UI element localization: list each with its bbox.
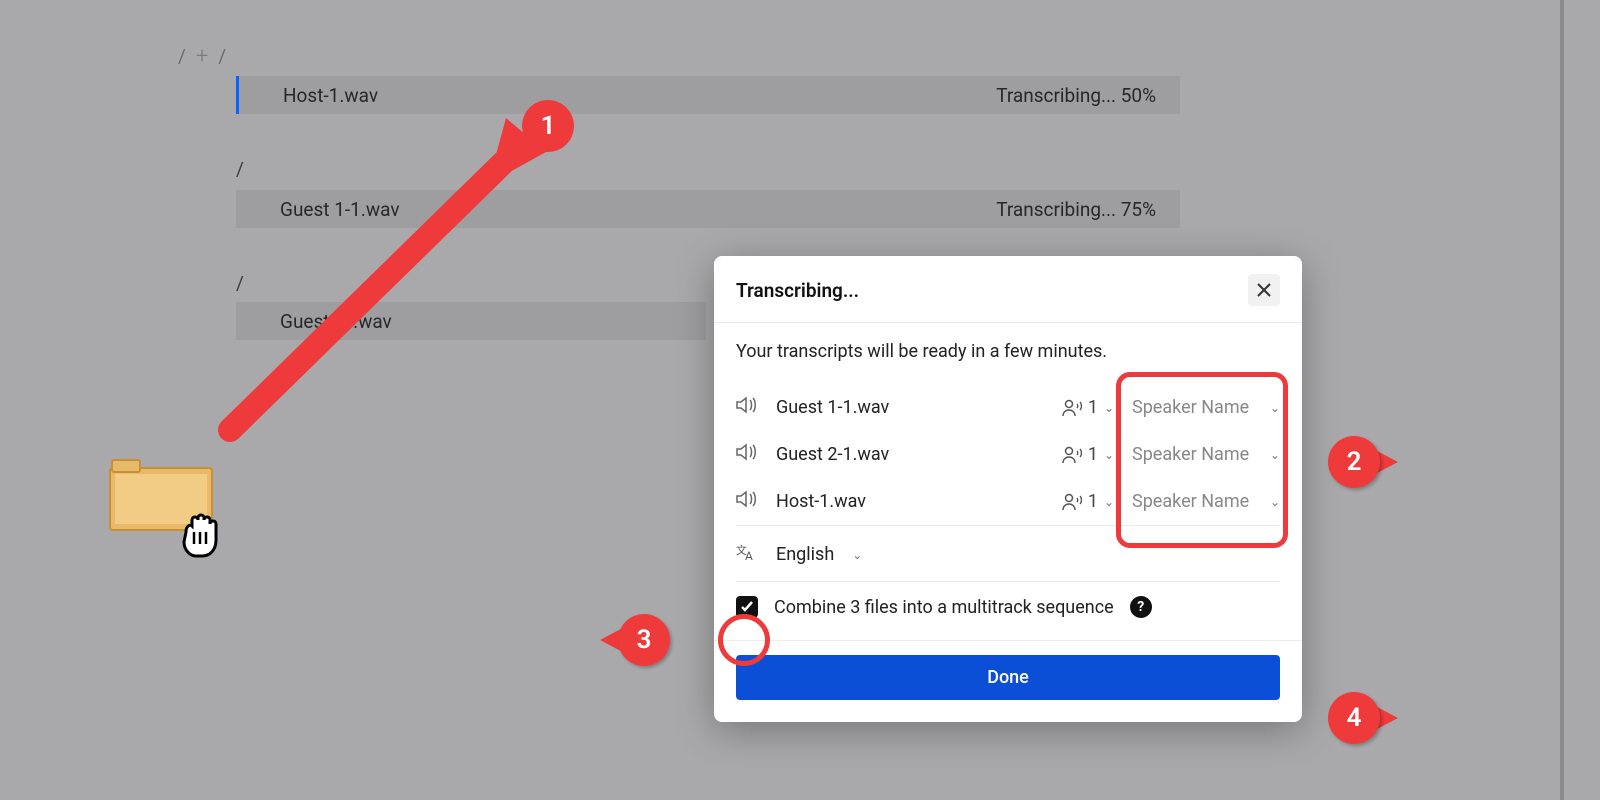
close-icon — [1256, 282, 1272, 298]
speaker-count[interactable]: 1 ⌄ — [1062, 444, 1114, 465]
svg-text:A: A — [745, 549, 753, 562]
annotation-badge-1: 1 — [522, 100, 574, 152]
chevron-down-icon: ⌄ — [1104, 495, 1114, 509]
window-edge — [1560, 0, 1564, 800]
annotation-badge-4: 4 — [1328, 692, 1398, 744]
modal-file-row: Host-1.wav 1 ⌄ Speaker Name ⌄ — [736, 478, 1280, 525]
speaker-count[interactable]: 1 ⌄ — [1062, 491, 1114, 512]
count-value: 1 — [1088, 444, 1098, 465]
modal-title: Transcribing... — [736, 279, 859, 302]
annotation-badge-3: 3 — [600, 614, 670, 666]
chevron-down-icon: ⌄ — [1104, 401, 1114, 415]
modal-footer: Done — [714, 640, 1302, 722]
chevron-down-icon: ⌄ — [1270, 448, 1280, 462]
chevron-down-icon: ⌄ — [852, 548, 862, 562]
breadcrumb-slash: / — [178, 45, 186, 68]
combine-row: Combine 3 files into a multitrack sequen… — [736, 581, 1280, 634]
audio-icon — [736, 443, 758, 466]
annotation-label: 1 — [541, 111, 556, 141]
close-button[interactable] — [1248, 274, 1280, 306]
grab-cursor-icon — [176, 506, 232, 560]
language-row[interactable]: 文A English ⌄ — [736, 525, 1280, 581]
done-button[interactable]: Done — [736, 655, 1280, 700]
speaker-name-label: Speaker Name — [1132, 444, 1249, 465]
count-value: 1 — [1088, 397, 1098, 418]
row-marker: / — [236, 158, 244, 181]
speaker-name-label: Speaker Name — [1132, 491, 1249, 512]
annotation-badge-2: 2 — [1328, 436, 1398, 488]
chevron-down-icon: ⌄ — [1270, 495, 1280, 509]
count-value: 1 — [1088, 491, 1098, 512]
file-name: Guest .wav — [280, 310, 392, 333]
modal-file-row: Guest 1-1.wav 1 ⌄ Speaker Name ⌄ — [736, 384, 1280, 431]
file-row[interactable]: Host-1.wav Transcribing... 50% — [236, 76, 1180, 114]
translate-icon: 文A — [736, 542, 758, 567]
audio-icon — [736, 396, 758, 419]
modal-file-name: Guest 1-1.wav — [776, 397, 1044, 418]
speaker-name-select[interactable]: Speaker Name ⌄ — [1132, 444, 1280, 465]
annotation-arrow — [210, 100, 550, 460]
file-row[interactable]: Guest .wav — [236, 302, 706, 340]
file-name: Guest 1-1.wav — [280, 198, 400, 221]
annotation-label: 4 — [1347, 703, 1362, 733]
language-label: English — [776, 544, 834, 565]
annotation-label: 2 — [1347, 447, 1362, 477]
file-status: Transcribing... 50% — [996, 84, 1156, 107]
speaker-name-select[interactable]: Speaker Name ⌄ — [1132, 491, 1280, 512]
file-name: Host-1.wav — [283, 84, 378, 107]
file-status: Transcribing... 75% — [996, 198, 1156, 221]
help-icon[interactable]: ? — [1130, 596, 1152, 618]
breadcrumb: / + / — [178, 44, 226, 69]
combine-label: Combine 3 files into a multitrack sequen… — [774, 597, 1114, 618]
chevron-down-icon: ⌄ — [1104, 448, 1114, 462]
modal-file-row: Guest 2-1.wav 1 ⌄ Speaker Name ⌄ — [736, 431, 1280, 478]
speaker-name-label: Speaker Name — [1132, 397, 1249, 418]
modal-file-name: Host-1.wav — [776, 491, 1044, 512]
modal-body: Your transcripts will be ready in a few … — [714, 323, 1302, 640]
person-icon — [1062, 446, 1082, 464]
person-icon — [1062, 399, 1082, 417]
row-marker: / — [236, 272, 244, 295]
combine-checkbox[interactable] — [736, 596, 758, 618]
person-icon — [1062, 493, 1082, 511]
annotation-label: 3 — [637, 625, 652, 655]
chevron-down-icon: ⌄ — [1270, 401, 1280, 415]
done-label: Done — [987, 667, 1029, 688]
breadcrumb-slash: / — [218, 45, 226, 68]
modal-file-name: Guest 2-1.wav — [776, 444, 1044, 465]
modal-header: Transcribing... — [714, 256, 1302, 323]
file-row[interactable]: Guest 1-1.wav Transcribing... 75% — [236, 190, 1180, 228]
speaker-name-select[interactable]: Speaker Name ⌄ — [1132, 397, 1280, 418]
transcribing-modal: Transcribing... Your transcripts will be… — [714, 256, 1302, 722]
speaker-count[interactable]: 1 ⌄ — [1062, 397, 1114, 418]
modal-subtext: Your transcripts will be ready in a few … — [736, 341, 1280, 362]
add-icon[interactable]: + — [196, 44, 208, 69]
audio-icon — [736, 490, 758, 513]
check-icon — [740, 600, 754, 614]
